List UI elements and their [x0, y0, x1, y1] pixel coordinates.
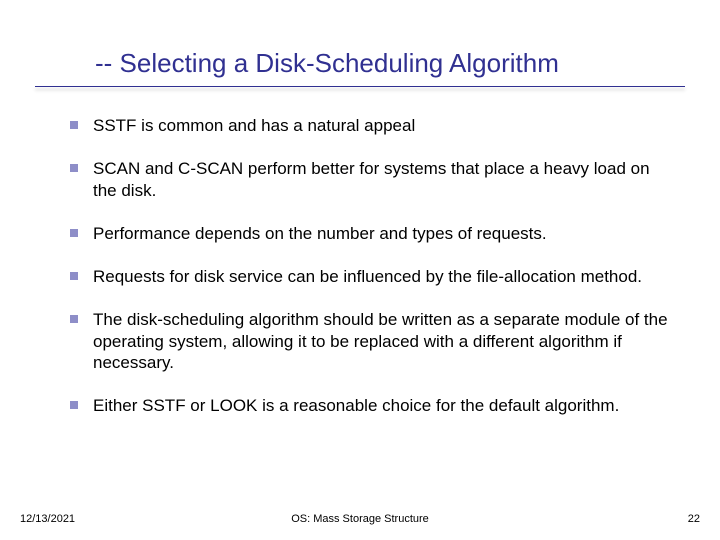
list-item: Performance depends on the number and ty… [70, 223, 675, 244]
slide: -- Selecting a Disk-Scheduling Algorithm… [0, 0, 720, 540]
list-item-text: SSTF is common and has a natural appeal [93, 115, 675, 136]
footer-page-number: 22 [688, 513, 700, 525]
square-bullet-icon [70, 121, 78, 129]
square-bullet-icon [70, 272, 78, 280]
list-item-text: Performance depends on the number and ty… [93, 223, 675, 244]
list-item-text: SCAN and C-SCAN perform better for syste… [93, 158, 675, 201]
square-bullet-icon [70, 229, 78, 237]
list-item-text: Requests for disk service can be influen… [93, 266, 675, 287]
slide-content: SSTF is common and has a natural appeal … [70, 115, 675, 438]
list-item: SSTF is common and has a natural appeal [70, 115, 675, 136]
square-bullet-icon [70, 315, 78, 323]
list-item-text: Either SSTF or LOOK is a reasonable choi… [93, 395, 675, 416]
list-item: Either SSTF or LOOK is a reasonable choi… [70, 395, 675, 416]
list-item: Requests for disk service can be influen… [70, 266, 675, 287]
list-item: The disk-scheduling algorithm should be … [70, 309, 675, 373]
list-item: SCAN and C-SCAN perform better for syste… [70, 158, 675, 201]
slide-title: -- Selecting a Disk-Scheduling Algorithm [95, 48, 680, 79]
title-underline [35, 86, 685, 87]
list-item-text: The disk-scheduling algorithm should be … [93, 309, 675, 373]
square-bullet-icon [70, 401, 78, 409]
footer-center-text: OS: Mass Storage Structure [0, 513, 720, 525]
square-bullet-icon [70, 164, 78, 172]
